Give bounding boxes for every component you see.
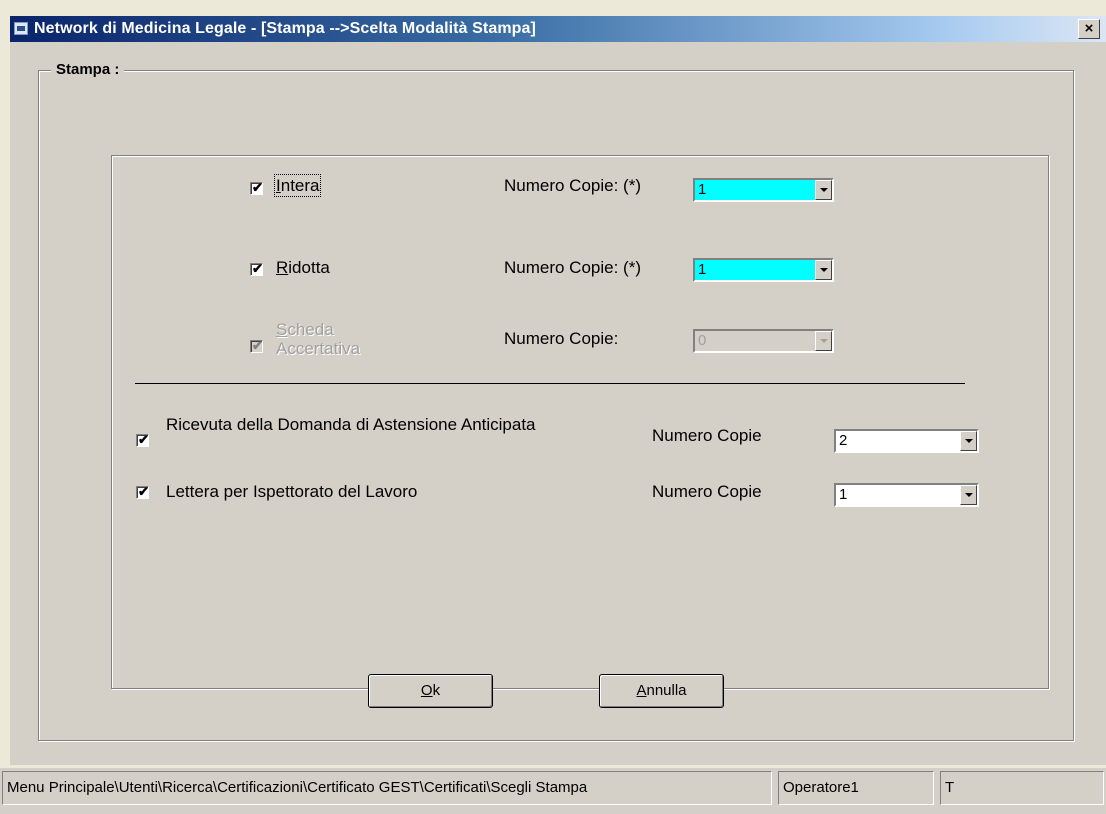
intera-copies-label: Numero Copie: (*) <box>504 176 641 195</box>
lettera-copies-combo[interactable]: 1 <box>834 483 979 507</box>
intera-checkbox[interactable]: ✔ <box>250 180 263 195</box>
ridotta-checkbox[interactable]: ✔ <box>250 261 263 276</box>
intera-copies-value: 1 <box>698 181 707 198</box>
ricevuta-copies-label: Numero Copie <box>652 426 762 445</box>
status-path: Menu Principale\Utenti\Ricerca\Certifica… <box>2 771 772 805</box>
chevron-down-icon <box>965 439 973 443</box>
ridotta-label[interactable]: Ridotta <box>276 258 330 278</box>
scheda-accertativa-checkbox: ✔ <box>250 338 263 353</box>
dropdown-button <box>815 331 832 351</box>
lettera-checkbox[interactable]: ✔ <box>136 484 149 499</box>
checkmark-icon: ✔ <box>252 261 263 276</box>
groupbox-legend: Stampa : <box>51 61 125 78</box>
scheda-accertativa-label: Scheda Accertativa <box>276 320 361 358</box>
lettera-copies-label: Numero Copie <box>652 482 762 501</box>
window-title: Network di Medicina Legale - [Stampa -->… <box>34 20 536 37</box>
chevron-down-icon <box>820 339 828 343</box>
intera-label[interactable]: Intera <box>273 174 322 197</box>
title-bar[interactable]: Network di Medicina Legale - [Stampa -->… <box>10 16 1106 42</box>
status-operator: Operatore1 <box>778 771 934 805</box>
ricevuta-copies-value: 2 <box>839 432 848 449</box>
status-bar: Menu Principale\Utenti\Ricerca\Certifica… <box>0 768 1106 814</box>
ok-button[interactable]: Ok <box>368 674 493 708</box>
checkmark-icon: ✔ <box>138 484 149 499</box>
chevron-down-icon <box>820 268 828 272</box>
dropdown-button[interactable] <box>815 180 832 200</box>
chevron-down-icon <box>820 188 828 192</box>
chevron-down-icon <box>965 493 973 497</box>
ridotta-copies-label: Numero Copie: (*) <box>504 258 641 277</box>
checkmark-icon: ✔ <box>138 432 149 447</box>
intera-label-text: Intera <box>273 174 322 197</box>
lettera-copies-value: 1 <box>839 486 848 503</box>
main-window: Network di Medicina Legale - [Stampa -->… <box>0 0 1106 814</box>
ridotta-copies-combo[interactable]: 1 <box>693 258 834 282</box>
app-icon <box>14 22 28 35</box>
close-button[interactable]: × <box>1078 19 1100 39</box>
ricevuta-copies-combo[interactable]: 2 <box>834 429 979 453</box>
dropdown-button[interactable] <box>960 431 977 451</box>
annulla-button[interactable]: Annulla <box>599 674 724 708</box>
ricevuta-label[interactable]: Ricevuta della Domanda di Astensione Ant… <box>166 415 626 434</box>
stampa-groupbox: Stampa : <box>38 61 1074 741</box>
scheda-copies-value: 0 <box>698 332 707 349</box>
ridotta-copies-value: 1 <box>698 261 707 278</box>
scheda-copies-combo: 0 <box>693 329 834 353</box>
status-flag: T <box>940 771 1104 805</box>
dropdown-button[interactable] <box>815 260 832 280</box>
dropdown-button[interactable] <box>960 485 977 505</box>
checkmark-icon: ✔ <box>252 338 263 353</box>
separator-line <box>135 383 965 384</box>
client-area: Stampa : ✔ Intera Numero Copie: (*) 1 ✔ … <box>10 42 1106 765</box>
scheda-copies-label: Numero Copie: <box>504 329 619 348</box>
lettera-label[interactable]: Lettera per Ispettorato del Lavoro <box>166 482 417 502</box>
ricevuta-checkbox[interactable]: ✔ <box>136 432 149 447</box>
checkmark-icon: ✔ <box>252 180 263 195</box>
intera-copies-combo[interactable]: 1 <box>693 178 834 202</box>
